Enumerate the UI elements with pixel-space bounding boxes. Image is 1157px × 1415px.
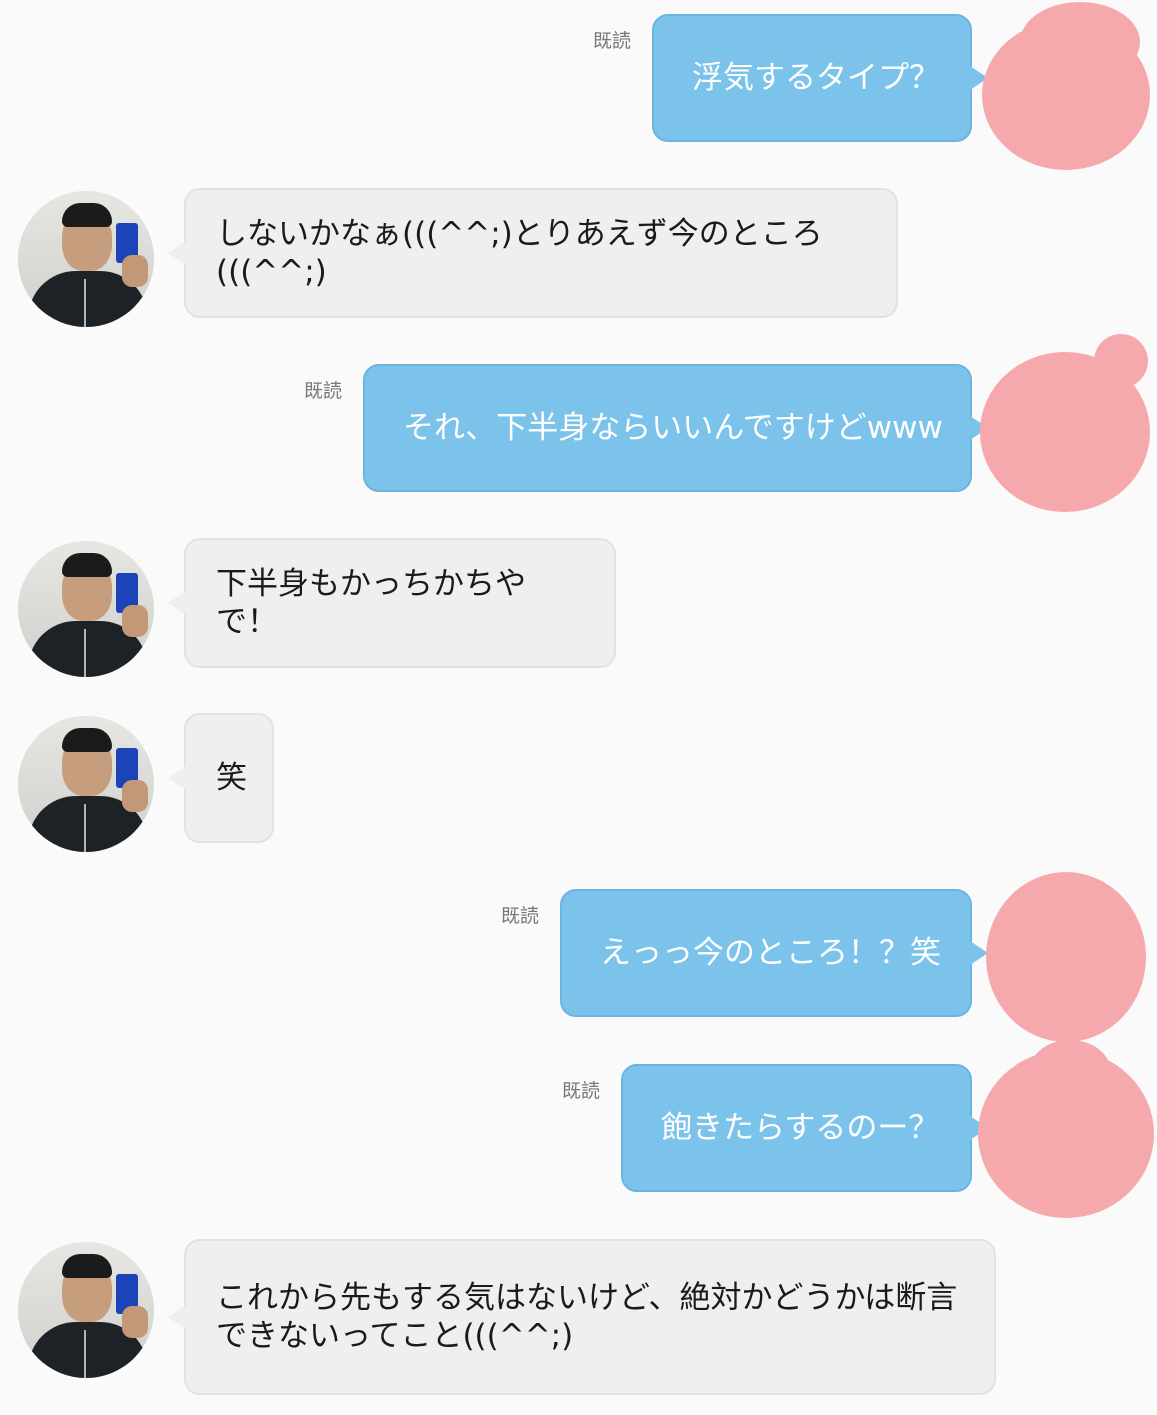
outgoing-message-bubble[interactable]: えっっ今のところ！？笑 [560, 889, 988, 1017]
message-text: これから先もする気はないけど、絶対かどうかは断言 できないってこと(((^^;) [216, 1280, 958, 1354]
read-receipt-label: 既読 [593, 30, 632, 52]
incoming-message-bubble[interactable]: 下半身もかっちかちやで！ [168, 538, 616, 668]
incoming-message-bubble[interactable]: しないかなぁ(((^^;)とりあえず今のところ(((^^;) [168, 188, 898, 318]
contact-avatar[interactable] [18, 716, 154, 852]
read-receipt-label: 既読 [304, 380, 343, 402]
message-text: しないかなぁ(((^^;)とりあえず今のところ(((^^;) [216, 216, 823, 290]
incoming-message-bubble[interactable]: これから先もする気はないけど、絶対かどうかは断言 できないってこと(((^^;) [168, 1239, 996, 1395]
outgoing-message-bubble[interactable]: 飽きたらするのー？ [621, 1064, 988, 1192]
outgoing-message-bubble[interactable]: 浮気するタイプ？ [652, 14, 988, 142]
privacy-blob [986, 872, 1146, 1042]
privacy-blob [1030, 1040, 1110, 1100]
message-text: えっっ今のところ！？笑 [600, 935, 941, 971]
privacy-blob [1020, 2, 1140, 82]
read-receipt-label: 既読 [562, 1080, 601, 1102]
incoming-message-bubble[interactable]: 笑 [168, 713, 274, 843]
privacy-blob [1094, 334, 1148, 388]
message-text: 浮気するタイプ？ [692, 60, 940, 96]
message-text: 飽きたらするのー？ [661, 1110, 940, 1146]
outgoing-message-bubble[interactable]: それ、下半身ならいいんですけどwww [363, 364, 988, 492]
message-text: それ、下半身ならいいんですけどwww [403, 410, 943, 446]
contact-avatar[interactable] [18, 541, 154, 677]
read-receipt-label: 既読 [501, 905, 540, 927]
contact-avatar[interactable] [18, 1242, 154, 1378]
chat-thread[interactable]: 既読 浮気するタイプ？ しないかなぁ(((^^;)とりあえず今のところ(((^^… [0, 0, 1157, 1415]
message-text: 下半身もかっちかちやで！ [216, 566, 526, 640]
contact-avatar[interactable] [18, 191, 154, 327]
message-text: 笑 [216, 760, 247, 796]
